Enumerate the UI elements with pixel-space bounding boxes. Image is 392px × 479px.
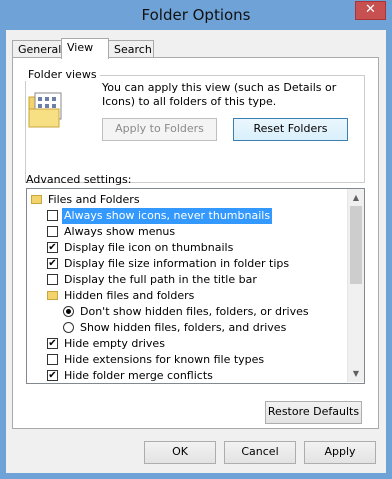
list-item-label: Don't show hidden files, folders, or dri… [80,305,309,318]
option-display-file-icon[interactable]: ✔ Display file icon on thumbnails [47,240,235,256]
reset-folders-button[interactable]: Reset Folders [233,118,348,141]
folder-icon [47,291,58,300]
option-hide-empty-drives[interactable]: ✔ Hide empty drives [47,336,167,352]
option-always-show-menus[interactable]: Always show menus [47,224,177,240]
radio-button[interactable] [63,306,74,317]
option-display-file-size[interactable]: ✔ Display file size information in folde… [47,256,291,272]
restore-defaults-button[interactable]: Restore Defaults [265,401,362,424]
folder-options-window: Folder Options ✕ General View Search Fol… [0,0,392,479]
checkbox[interactable]: ✔ [47,242,58,253]
apply-to-folders-button[interactable]: Apply to Folders [102,118,217,141]
checkbox[interactable] [47,210,58,221]
title-bar[interactable]: Folder Options ✕ [0,0,392,30]
list-item-label: Show hidden files, folders, and drives [80,321,287,334]
option-show-hidden[interactable]: Show hidden files, folders, and drives [63,320,288,336]
tab-general[interactable]: General [12,40,62,58]
radio-button[interactable] [63,322,74,333]
advanced-settings-list[interactable]: Files and Folders Always show icons, nev… [26,188,365,384]
vertical-scrollbar[interactable]: ▲ ▼ [347,189,364,382]
folder-icon [31,195,42,204]
apply-button[interactable]: Apply [304,441,376,464]
folder-views-description: You can apply this view (such as Details… [102,81,337,108]
option-display-full-path[interactable]: Display the full path in the title bar [47,272,259,288]
scroll-up-icon[interactable]: ▲ [348,189,364,206]
checkbox[interactable] [47,274,58,285]
ok-button[interactable]: OK [144,441,216,464]
option-hide-merge-conflicts[interactable]: ✔ Hide folder merge conflicts [47,368,215,383]
folder-views-title: Folder views [25,68,100,81]
dialog-client-area: General View Search Folder views You can… [6,30,386,473]
tree-folder-hidden-files: Hidden files and folders [47,288,196,304]
folder-views-icon [27,89,67,129]
tab-view[interactable]: View [61,38,109,59]
advanced-settings-label: Advanced settings: [26,173,132,186]
tab-search[interactable]: Search [108,40,154,58]
scroll-down-icon[interactable]: ▼ [348,365,364,382]
close-button[interactable]: ✕ [355,1,386,20]
list-item-label: Files and Folders [48,193,140,206]
list-item-label: Display the full path in the title bar [64,273,257,286]
list-item-label: Always show icons, never thumbnails [62,208,273,224]
list-item-label: Hide empty drives [64,337,165,350]
checkbox[interactable]: ✔ [47,258,58,269]
checkbox[interactable]: ✔ [47,338,58,349]
list-item-label: Hide folder merge conflicts [64,369,213,382]
checkbox[interactable]: ✔ [47,370,58,381]
list-item-label: Display file size information in folder … [64,257,290,270]
list-item-label: Always show menus [64,225,176,238]
option-dont-show-hidden[interactable]: Don't show hidden files, folders, or dri… [63,304,311,320]
checkbox[interactable] [47,354,58,365]
list-item-label: Display file icon on thumbnails [64,241,234,254]
tree-folder-files-and-folders: Files and Folders [31,192,142,208]
window-title: Folder Options [141,6,251,24]
option-always-show-icons[interactable]: Always show icons, never thumbnails [47,208,273,224]
scrollbar-thumb[interactable] [350,206,362,284]
checkbox[interactable] [47,226,58,237]
cancel-button[interactable]: Cancel [224,441,296,464]
list-item-label: Hide extensions for known file types [64,353,265,366]
option-hide-extensions[interactable]: Hide extensions for known file types [47,352,266,368]
view-tab-panel: Folder views You can apply this view (su… [12,57,379,429]
list-item-label: Hidden files and folders [64,289,195,302]
